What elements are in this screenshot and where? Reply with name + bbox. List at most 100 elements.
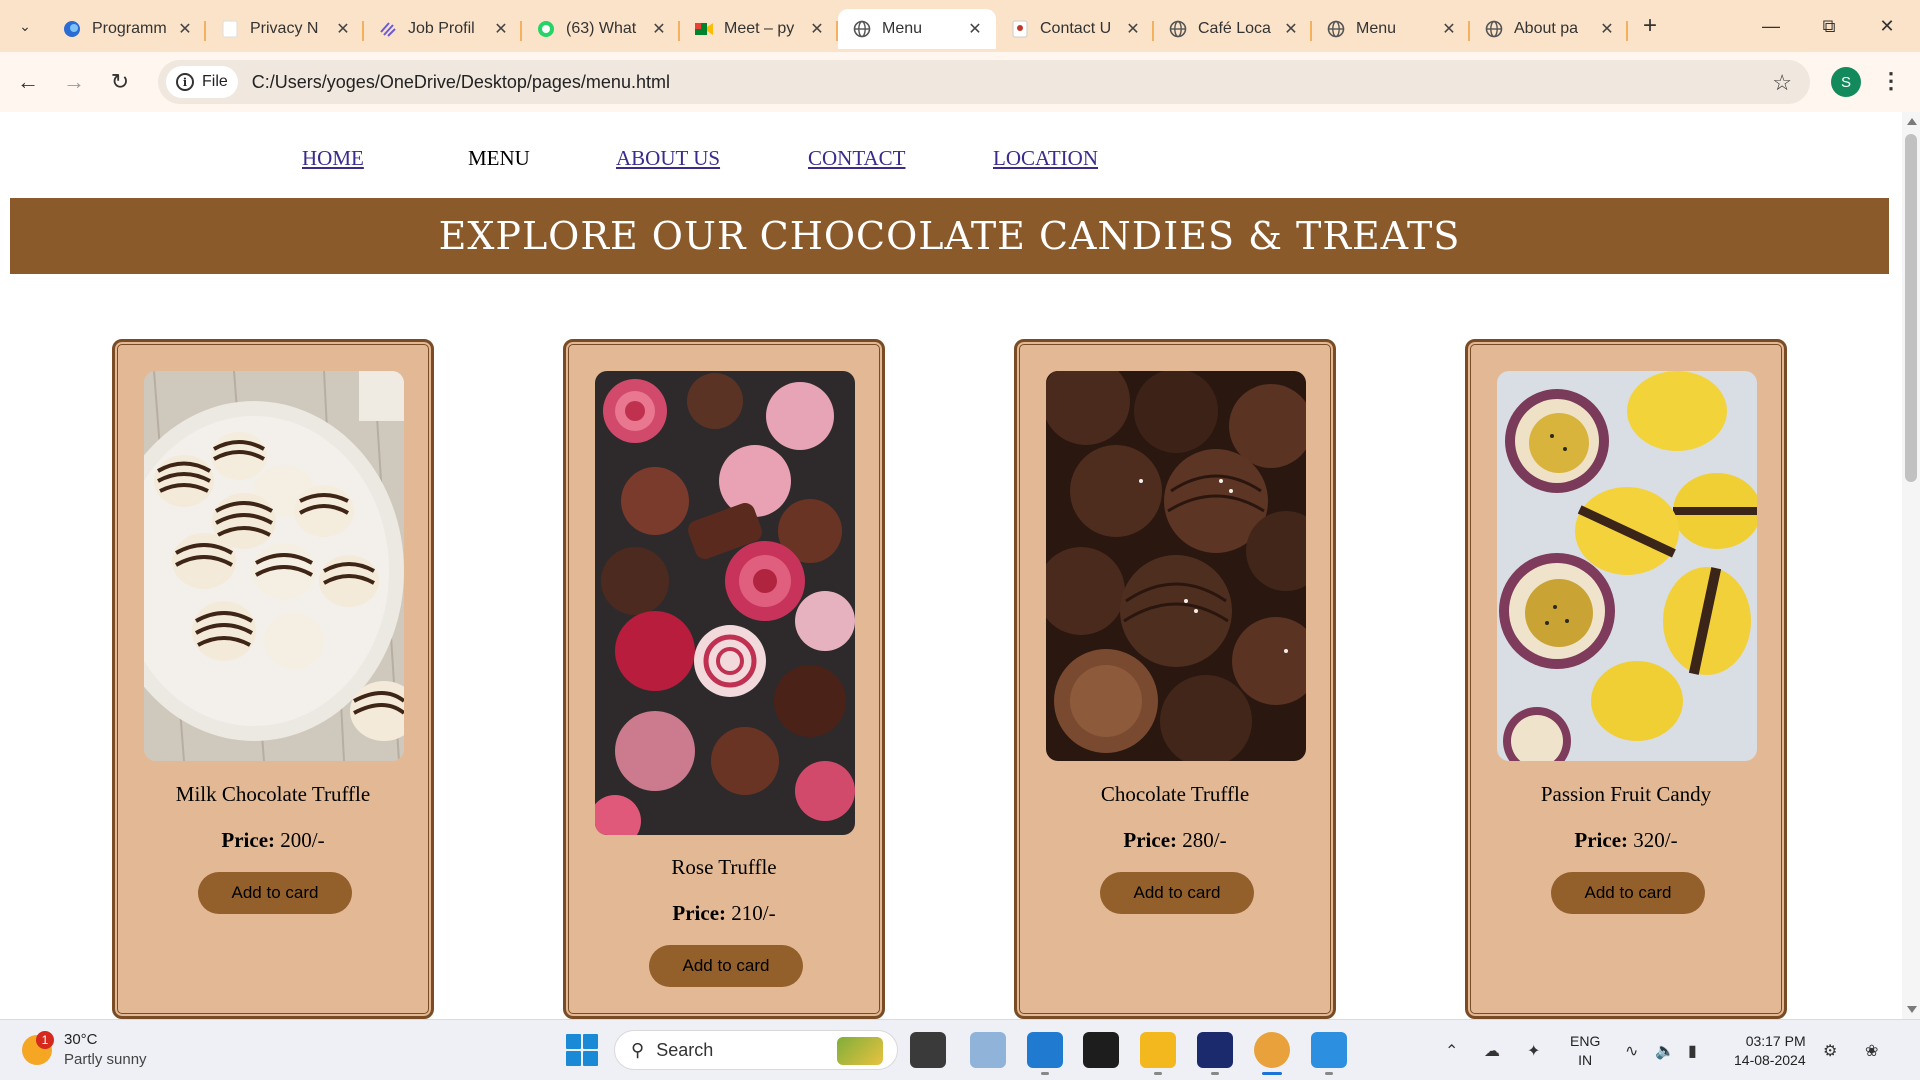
copilot-icon[interactable]: ❀ — [1865, 1020, 1878, 1080]
file-explorer-icon[interactable] — [1140, 1032, 1176, 1075]
windows-logo-tile — [566, 1034, 581, 1049]
search-placeholder: Search — [656, 1039, 714, 1060]
running-indicator — [1211, 1072, 1219, 1075]
onedrive-offline-icon[interactable]: ☁ — [1484, 1020, 1500, 1080]
windows-logo-tile — [583, 1034, 598, 1049]
nav-link-location[interactable]: LOCATION — [993, 146, 1098, 171]
add-to-card-button[interactable]: Add to card — [198, 872, 352, 914]
tab-search-button[interactable]: ⌄ — [10, 11, 40, 41]
profile-avatar[interactable]: S — [1831, 67, 1861, 97]
banner-heading: EXPLORE OUR CHOCOLATE CANDIES & TREATS — [438, 214, 1461, 258]
file-cleanup-app-icon[interactable] — [970, 1032, 1006, 1068]
back-button[interactable]: ← — [8, 62, 48, 102]
minimize-button[interactable]: — — [1742, 0, 1800, 52]
nav-link-about-us[interactable]: ABOUT US — [616, 146, 720, 171]
task-view-icon[interactable] — [910, 1032, 946, 1068]
wifi-icon[interactable]: ∿ — [1625, 1020, 1638, 1080]
close-icon[interactable]: ✕ — [334, 19, 352, 39]
start-button[interactable] — [566, 1034, 598, 1066]
nav-link-contact[interactable]: CONTACT — [808, 146, 905, 171]
close-icon[interactable]: ✕ — [1282, 19, 1300, 39]
product-price: Price: 210/- — [566, 901, 882, 926]
tray-overflow-chevron-icon[interactable]: ⌃ — [1445, 1020, 1458, 1080]
settings-gear-icon[interactable]: ⚙ — [1823, 1020, 1837, 1080]
product-price: Price: 200/- — [115, 828, 431, 853]
globe-icon — [852, 19, 872, 39]
app-w-icon[interactable] — [1197, 1032, 1233, 1075]
scroll-up-arrow-icon[interactable] — [1907, 118, 1917, 125]
browser-tab[interactable]: Menu ✕ — [1312, 9, 1470, 49]
search-icon: ⚲ — [631, 1039, 645, 1060]
google-meet-icon — [694, 19, 714, 39]
product-photo-rose-truffle — [595, 371, 855, 835]
price-label: Price: — [221, 828, 276, 852]
region-code: IN — [1578, 1052, 1593, 1068]
page-viewport: HOME MENU ABOUT US CONTACT LOCATION EXPL… — [0, 112, 1902, 1019]
product-card: Milk Chocolate Truffle Price: 200/- Add … — [112, 339, 434, 1019]
input-language-indicator[interactable]: ENG IN — [1570, 1032, 1600, 1070]
browser-tab[interactable]: Privacy N ✕ — [206, 9, 364, 49]
close-icon[interactable]: ✕ — [492, 19, 510, 39]
close-icon[interactable]: ✕ — [1440, 19, 1458, 39]
browser-tab[interactable]: Café Loca ✕ — [1154, 9, 1312, 49]
close-icon[interactable]: ✕ — [966, 19, 984, 39]
weather-widget[interactable]: 1 30°C Partly sunny — [22, 1030, 147, 1070]
more-menu-icon[interactable]: ⋮ — [1880, 68, 1902, 94]
running-indicator — [1041, 1072, 1049, 1075]
search-highlight-image — [837, 1037, 883, 1065]
close-icon[interactable]: ✕ — [1124, 19, 1142, 39]
price-label: Price: — [1574, 828, 1629, 852]
browser-tab[interactable]: About pa ✕ — [1470, 9, 1628, 49]
volume-icon[interactable]: 🔈 — [1655, 1020, 1675, 1080]
scroll-down-arrow-icon[interactable] — [1907, 1006, 1917, 1013]
restore-button[interactable]: ⧉ — [1800, 0, 1858, 52]
minimize-icon: — — [1762, 15, 1780, 36]
scrollbar-thumb[interactable] — [1905, 134, 1917, 482]
chrome-icon[interactable] — [1254, 1032, 1290, 1075]
windows-taskbar: 1 30°C Partly sunny ⚲ Search ⌃ ☁ ✦ ENG I… — [0, 1019, 1920, 1080]
reload-button[interactable]: ↻ — [100, 62, 140, 102]
vscode-icon[interactable] — [1027, 1032, 1063, 1075]
forward-button[interactable]: → — [54, 62, 94, 102]
battery-icon[interactable]: ▮ — [1688, 1020, 1697, 1080]
browser-tab[interactable]: (63) What ✕ — [522, 9, 680, 49]
contact-page-icon — [1010, 19, 1030, 39]
add-to-card-button[interactable]: Add to card — [649, 945, 803, 987]
address-bar[interactable]: i File C:/Users/yoges/OneDrive/Desktop/p… — [158, 60, 1810, 104]
chevron-down-icon: ⌄ — [19, 17, 31, 34]
browser-tab[interactable]: Programm ✕ — [48, 9, 206, 49]
tray-app-icon[interactable]: ✦ — [1527, 1020, 1540, 1080]
price-value: 210/- — [731, 901, 776, 925]
photos-app-icon[interactable] — [1311, 1032, 1347, 1075]
bookmark-star-icon[interactable]: ☆ — [1772, 70, 1792, 96]
site-info-chip[interactable]: i File — [166, 66, 238, 98]
tab-title: About pa — [1514, 20, 1579, 37]
nav-link-home[interactable]: HOME — [302, 146, 364, 171]
add-to-card-button[interactable]: Add to card — [1100, 872, 1254, 914]
close-icon[interactable]: ✕ — [650, 19, 668, 39]
system-clock[interactable]: 03:17 PM 14-08-2024 — [1734, 1032, 1806, 1070]
close-icon[interactable]: ✕ — [808, 19, 826, 39]
browser-tab-active[interactable]: Menu ✕ — [838, 9, 996, 49]
globe-icon — [1168, 19, 1188, 39]
close-icon[interactable]: ✕ — [1598, 19, 1616, 39]
new-tab-button[interactable]: + — [1634, 10, 1666, 42]
price-value: 320/- — [1633, 828, 1678, 852]
terminal-icon[interactable] — [1083, 1032, 1119, 1068]
price-label: Price: — [1123, 828, 1178, 852]
nav-item-menu-current: MENU — [468, 146, 530, 170]
close-icon[interactable]: ✕ — [176, 19, 194, 39]
url-text[interactable]: C:/Users/yoges/OneDrive/Desktop/pages/me… — [252, 72, 670, 93]
browser-tab[interactable]: Contact U ✕ — [996, 9, 1154, 49]
partly-sunny-icon: 1 — [22, 1031, 54, 1065]
blank-page-icon — [220, 19, 240, 39]
taskbar-search-box[interactable]: ⚲ Search — [614, 1030, 898, 1070]
page-scrollbar[interactable] — [1902, 112, 1920, 1019]
close-window-button[interactable]: ✕ — [1858, 0, 1916, 52]
restore-icon: ⧉ — [1822, 15, 1836, 36]
browser-tab[interactable]: Job Profil ✕ — [364, 9, 522, 49]
site-navigation: HOME MENU ABOUT US CONTACT LOCATION — [0, 132, 1902, 172]
add-to-card-button[interactable]: Add to card — [1551, 872, 1705, 914]
browser-tab[interactable]: Meet – py ✕ — [680, 9, 838, 49]
globe-icon — [1326, 19, 1346, 39]
